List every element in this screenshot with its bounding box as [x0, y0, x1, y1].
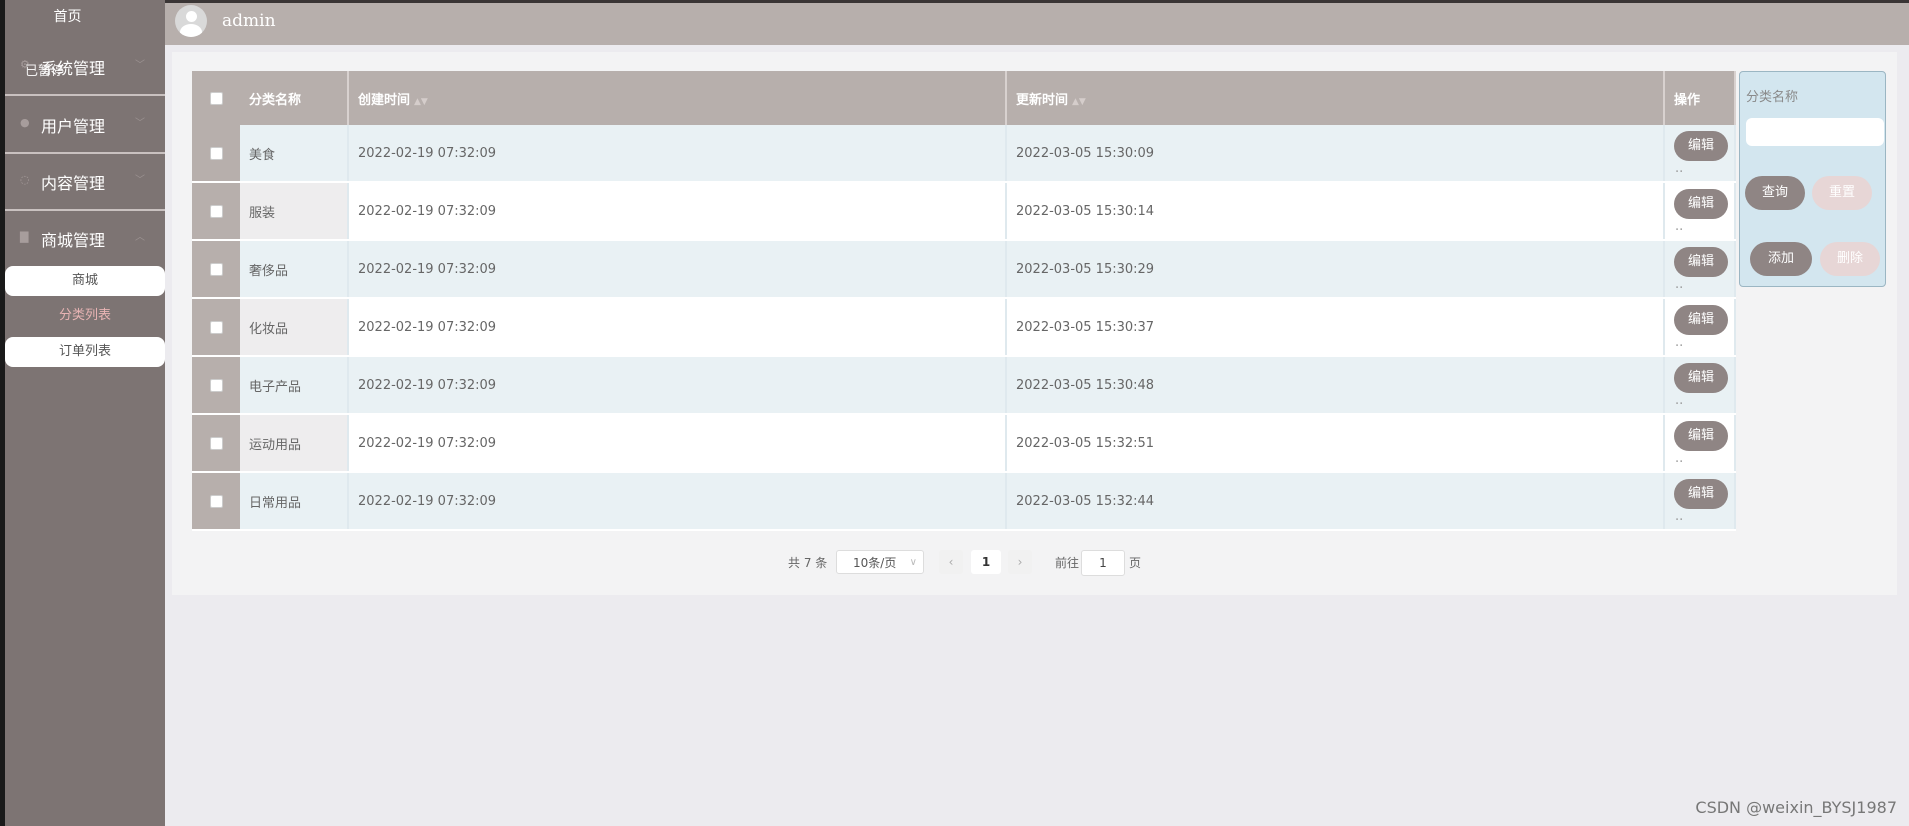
edit-button[interactable]: 编辑 [1674, 304, 1728, 335]
table-header-row: 分类名称 创建时间 ▲▼ 更新时间 ▲▼ 操作 [192, 71, 1736, 125]
updated-time: 2022-03-05 15:30:09 [1006, 125, 1665, 183]
category-name: 化妆品 [240, 298, 349, 357]
category-name: 日常用品 [240, 472, 349, 531]
created-time: 2022-02-19 07:32:09 [348, 298, 1007, 357]
query-button[interactable]: 查询 [1745, 176, 1805, 210]
edit-button[interactable]: 编辑 [1674, 188, 1728, 219]
table-row: 美食 2022-02-19 07:32:09 2022-03-05 15:30:… [192, 125, 1736, 183]
chevron-up-icon: ︿ [135, 232, 145, 243]
chat-icon: ◌ [20, 173, 30, 186]
category-name-input[interactable] [1746, 118, 1884, 146]
category-name: 电子产品 [240, 356, 349, 415]
prev-page-button[interactable]: ‹ [939, 550, 963, 574]
created-time: 2022-02-19 07:32:09 [348, 414, 1007, 473]
category-name: 美食 [240, 125, 349, 183]
select-all-checkbox[interactable] [209, 91, 223, 105]
updated-time: 2022-03-05 15:32:51 [1006, 414, 1665, 473]
search-label: 分类名称 [1746, 90, 1799, 105]
updated-time: 2022-03-05 15:30:37 [1006, 298, 1665, 357]
category-name: 运动用品 [240, 414, 349, 473]
table-row: 运动用品 2022-02-19 07:32:09 2022-03-05 15:3… [192, 414, 1736, 473]
table-row: 化妆品 2022-02-19 07:32:09 2022-03-05 15:30… [192, 298, 1736, 357]
edit-button[interactable]: 编辑 [1674, 246, 1728, 277]
edit-button[interactable]: 编辑 [1674, 130, 1728, 161]
edit-button[interactable]: 编辑 [1674, 362, 1728, 393]
user-icon: ● [20, 116, 30, 129]
top-bar: admin [165, 0, 1909, 45]
sidebar-menu-label: 商城管理 [41, 231, 106, 250]
row-checkbox[interactable] [209, 378, 223, 392]
column-header-name: 分类名称 [240, 71, 349, 125]
category-table: 分类名称 创建时间 ▲▼ 更新时间 ▲▼ 操作 美食 2022-02-19 07:3… [192, 71, 1736, 531]
chevron-down-icon: ﹀ [135, 118, 145, 129]
sidebar-subitem-order-list[interactable]: 订单列表 [5, 337, 165, 367]
column-header-updated[interactable]: 更新时间 ▲▼ [1006, 71, 1665, 125]
goto-page-input[interactable]: 1 [1081, 550, 1125, 576]
chevron-down-icon: ﹀ [135, 60, 145, 71]
column-header-created[interactable]: 创建时间 ▲▼ [348, 71, 1007, 125]
watermark: CSDN @weixin_BYSJ1987 [1695, 798, 1897, 817]
edit-button[interactable]: 编辑 [1674, 420, 1728, 451]
chevron-down-icon: ﹀ [135, 175, 145, 186]
edit-button[interactable]: 编辑 [1674, 478, 1728, 509]
updated-time: 2022-03-05 15:30:14 [1006, 182, 1665, 241]
updated-time: 2022-03-05 15:32:44 [1006, 472, 1665, 531]
row-checkbox[interactable] [209, 320, 223, 334]
delete-button[interactable]: 删除 [1820, 242, 1880, 276]
total-count: 共 7 条 [788, 556, 828, 570]
chevron-down-icon: ∨ [909, 557, 917, 568]
sidebar-menu-label: 内容管理 [41, 174, 106, 193]
select-all-checkbox-cell[interactable] [192, 71, 240, 125]
avatar[interactable] [175, 5, 207, 37]
sort-icon[interactable]: ▲▼ [1072, 97, 1086, 107]
row-checkbox[interactable] [209, 494, 223, 508]
column-header-actions: 操作 [1664, 71, 1736, 125]
row-checkbox[interactable] [209, 436, 223, 450]
created-time: 2022-02-19 07:32:09 [348, 240, 1007, 299]
reset-button[interactable]: 重置 [1812, 176, 1872, 210]
next-page-button[interactable]: › [1008, 550, 1032, 574]
row-checkbox[interactable] [209, 204, 223, 218]
created-time: 2022-02-19 07:32:09 [348, 182, 1007, 241]
table-row: 服装 2022-02-19 07:32:09 2022-03-05 15:30:… [192, 182, 1736, 241]
sidebar-subitem-shop[interactable]: 商城 [5, 266, 165, 296]
search-panel: 分类名称 查询 重置 添加 删除 [1739, 71, 1886, 287]
sidebar-menu-shop[interactable]: ▇ 商城管理 ︿ [5, 210, 165, 266]
created-time: 2022-02-19 07:32:09 [348, 356, 1007, 415]
created-time: 2022-02-19 07:32:09 [348, 472, 1007, 531]
table-row: 奢侈品 2022-02-19 07:32:09 2022-03-05 15:30… [192, 240, 1736, 299]
shop-icon: ▇ [20, 230, 29, 243]
created-time: 2022-02-19 07:32:09 [348, 125, 1007, 183]
page-size-select[interactable]: 10条/页 ∨ [836, 550, 924, 574]
add-button[interactable]: 添加 [1750, 242, 1812, 276]
sidebar-menu-users[interactable]: ● 用户管理 ﹀ [5, 96, 165, 154]
page-unit-label: 页 [1129, 556, 1142, 570]
paused-overlay-text: 已暂停 [25, 64, 65, 79]
updated-time: 2022-03-05 15:30:29 [1006, 240, 1665, 299]
sidebar-menu-content[interactable]: ◌ 内容管理 ﹀ [5, 153, 165, 211]
sidebar-menu-label: 用户管理 [41, 117, 106, 136]
table-row: 电子产品 2022-02-19 07:32:09 2022-03-05 15:3… [192, 356, 1736, 415]
username: admin [222, 11, 276, 31]
table-row: 日常用品 2022-02-19 07:32:09 2022-03-05 15:3… [192, 472, 1736, 531]
row-checkbox[interactable] [209, 146, 223, 160]
category-name: 服装 [240, 182, 349, 241]
sort-icon[interactable]: ▲▼ [414, 97, 428, 107]
goto-label: 前往 [1055, 556, 1080, 570]
category-name: 奢侈品 [240, 240, 349, 299]
sidebar-subitem-category-list[interactable]: 分类列表 [5, 301, 165, 331]
sidebar-home-link[interactable]: 首页 [5, 6, 130, 26]
row-checkbox[interactable] [209, 262, 223, 276]
current-page[interactable]: 1 [971, 550, 1001, 574]
updated-time: 2022-03-05 15:30:48 [1006, 356, 1665, 415]
sidebar: 首页 ⚙ 系统管理 ﹀ 已暂停 ● 用户管理 ﹀ ◌ 内容管理 ﹀ ▇ 商城管理… [5, 0, 165, 826]
